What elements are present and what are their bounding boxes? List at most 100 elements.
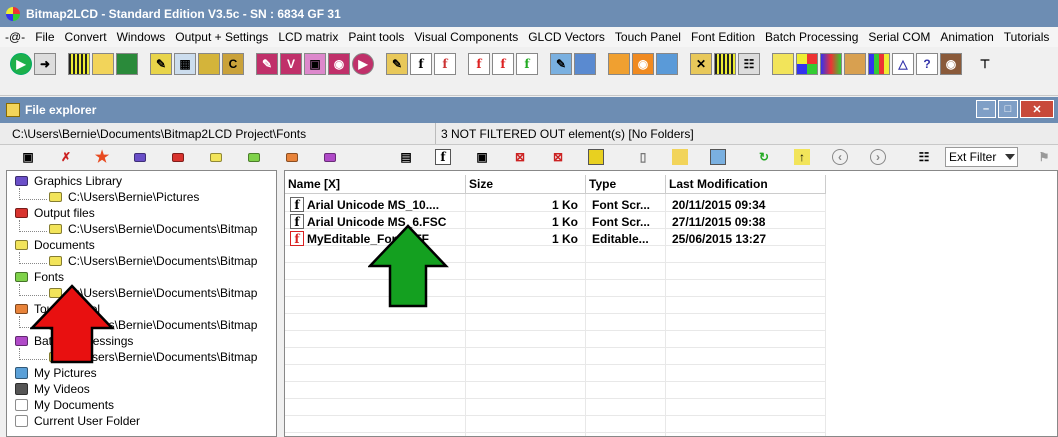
tree-item-my-videos[interactable]: My Videos <box>15 381 90 397</box>
open-folder-icon[interactable] <box>92 53 114 75</box>
tree-item-path[interactable]: C:\Users\Bernie\Documents\Bitmap <box>49 253 257 269</box>
menu-item-glcd-vectors[interactable]: GLCD Vectors <box>523 30 610 44</box>
file-row[interactable]: f MyEditable_Font.EFF 1 Ko Editable... 2… <box>285 230 826 247</box>
folder-orange-icon[interactable] <box>284 149 300 165</box>
colors-icon[interactable] <box>820 53 842 75</box>
copy-icon[interactable] <box>772 53 794 75</box>
tree-item-my-documents[interactable]: My Documents <box>15 397 114 413</box>
picture-icon[interactable] <box>710 149 726 165</box>
back-icon[interactable]: ‹ <box>832 149 848 165</box>
font-f-icon[interactable]: f <box>410 53 432 75</box>
folder-yellow-icon[interactable] <box>208 149 224 165</box>
network-icon[interactable]: ☷ <box>738 53 760 75</box>
save-icon[interactable] <box>116 53 138 75</box>
menu-item-file[interactable]: File <box>30 30 59 44</box>
play-icon[interactable]: ▶ <box>352 53 374 75</box>
menu-item-serial-com[interactable]: Serial COM <box>863 30 935 44</box>
font-convert-icon[interactable]: f <box>492 53 514 75</box>
refresh-icon[interactable]: ↻ <box>756 149 772 165</box>
no-filter-icon[interactable]: ✗ <box>58 149 74 165</box>
menu-item-at[interactable]: -@- <box>0 30 30 44</box>
forward-icon[interactable]: › <box>870 149 886 165</box>
paint-palette-icon[interactable] <box>844 53 866 75</box>
tree-item-batch-processings[interactable]: Batch Processings <box>15 333 133 349</box>
tree-item-output-files[interactable]: Output files <box>15 205 95 221</box>
tree-item-path[interactable]: C:\Users\Bernie\Documents\Bitmap <box>49 349 257 365</box>
pencil-blue-icon[interactable]: ✎ <box>550 53 572 75</box>
pen-icon[interactable]: ✎ <box>386 53 408 75</box>
v-icon[interactable]: V <box>280 53 302 75</box>
ext-filter-select[interactable]: Ext Filter <box>945 147 1018 167</box>
pin-icon[interactable]: ⊤ <box>974 53 996 75</box>
delete-icon[interactable]: ⊠ <box>512 149 528 165</box>
folder-purple-icon[interactable] <box>132 149 148 165</box>
close-box-icon[interactable]: ⊠ <box>550 149 566 165</box>
folder-green-icon[interactable] <box>246 149 262 165</box>
stamp-icon[interactable]: ▣ <box>304 53 326 75</box>
fill-icon[interactable] <box>198 53 220 75</box>
tree-item-touch-panel[interactable]: Touch Panel <box>15 301 100 317</box>
menu-item-font-edition[interactable]: Font Edition <box>686 30 760 44</box>
tree-item-graphics-library[interactable]: Graphics Library <box>15 173 122 189</box>
tree-item-path[interactable]: C:\Users\Bernie\Documents\Bitmap <box>49 285 257 301</box>
favorite-star-icon[interactable]: ★ <box>94 149 110 166</box>
bar-chart-icon[interactable] <box>868 53 890 75</box>
menu-item-tutorials[interactable]: Tutorials <box>999 30 1055 44</box>
matrix-icon[interactable] <box>714 53 736 75</box>
folder-magenta-icon[interactable] <box>322 149 338 165</box>
column-header-name[interactable]: Name [X] <box>285 175 466 194</box>
drive-icon[interactable]: ▣ <box>20 149 36 165</box>
menu-item-convert[interactable]: Convert <box>60 30 112 44</box>
menu-item-touch-panel[interactable]: Touch Panel <box>610 30 686 44</box>
minimize-button[interactable]: – <box>976 100 996 118</box>
font-filter-icon[interactable]: f <box>435 149 451 165</box>
menu-item-visual-components[interactable]: Visual Components <box>409 30 523 44</box>
font-green-icon[interactable]: f <box>516 53 538 75</box>
menu-item-animation[interactable]: Animation <box>935 30 998 44</box>
tools-icon[interactable]: ✕ <box>690 53 712 75</box>
file-row[interactable]: f Arial Unicode MS_10.... 1 Ko Font Scr.… <box>285 196 826 213</box>
filter-drive-icon[interactable]: ▣ <box>474 149 490 165</box>
menu-item-output-settings[interactable]: Output + Settings <box>170 30 273 44</box>
column-header-type[interactable]: Type <box>586 175 666 194</box>
archive-icon[interactable] <box>672 149 688 165</box>
doc-orange-icon[interactable] <box>608 53 630 75</box>
printer-icon[interactable]: ▤ <box>398 149 414 165</box>
menu-item-windows[interactable]: Windows <box>112 30 171 44</box>
help-icon[interactable]: ? <box>916 53 938 75</box>
tree-item-fonts[interactable]: Fonts <box>15 269 64 285</box>
window-icon[interactable] <box>574 53 596 75</box>
column-header-modification[interactable]: Last Modification <box>666 175 826 194</box>
triangle-icon[interactable]: △ <box>892 53 914 75</box>
menu-item-paint-tools[interactable]: Paint tools <box>343 30 409 44</box>
draw-icon[interactable]: ✎ <box>150 53 172 75</box>
brush-icon[interactable]: ✎ <box>256 53 278 75</box>
font-red-icon[interactable]: f <box>468 53 490 75</box>
tree-item-path[interactable]: C:\Users\Bernie\Pictures <box>49 189 199 205</box>
palette-grid-icon[interactable] <box>796 53 818 75</box>
tree-item-path[interactable]: C:\Users\Bernie\Documents\Bitmap <box>49 317 257 333</box>
import-icon[interactable]: ➜ <box>34 53 56 75</box>
folder-red-icon[interactable] <box>170 149 186 165</box>
maximize-button[interactable]: □ <box>998 100 1018 118</box>
menu-item-lcd-matrix[interactable]: LCD matrix <box>273 30 343 44</box>
contrast-icon[interactable]: C <box>222 53 244 75</box>
column-header-size[interactable]: Size <box>466 175 586 194</box>
edit-icon[interactable]: ▦ <box>174 53 196 75</box>
tree-item-current-user-folder[interactable]: Current User Folder <box>15 413 140 429</box>
font-edit-icon[interactable]: f <box>434 53 456 75</box>
file-row[interactable]: f Arial Unicode MS_6.FSC 1 Ko Font Scr..… <box>285 213 826 230</box>
yellow-box-icon[interactable] <box>588 149 604 165</box>
record-orange-icon[interactable]: ◉ <box>632 53 654 75</box>
tree-item-path[interactable]: C:\Users\Bernie\Documents\Bitmap <box>49 221 257 237</box>
record-icon[interactable]: ◉ <box>328 53 350 75</box>
tree-item-my-pictures[interactable]: My Pictures <box>15 365 97 381</box>
bookmark-icon[interactable]: ⚑ <box>1036 149 1052 165</box>
close-button[interactable]: ✕ <box>1020 100 1054 118</box>
document-icon[interactable]: ▯ <box>635 149 651 165</box>
grid-icon[interactable] <box>68 53 90 75</box>
menu-item-batch-processing[interactable]: Batch Processing <box>760 30 863 44</box>
tree-item-documents[interactable]: Documents <box>15 237 95 253</box>
folder-up-icon[interactable]: ↑ <box>794 149 810 165</box>
run-icon[interactable]: ▶ <box>10 53 32 75</box>
